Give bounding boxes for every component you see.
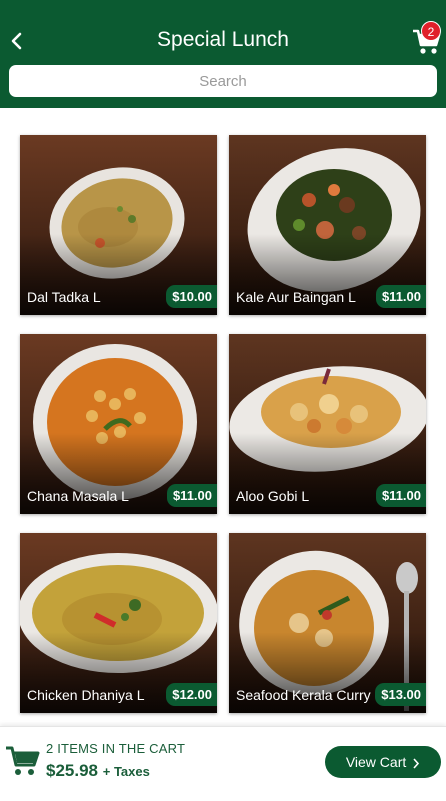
menu-item-name: Chana Masala L	[27, 488, 129, 504]
menu-item-card[interactable]: Seafood Kerala Curry $13.00	[229, 533, 426, 713]
menu-item-card[interactable]: Aloo Gobi L $11.00	[229, 334, 426, 514]
cart-total-amount: $25.98	[46, 761, 98, 780]
shopping-cart-icon	[6, 746, 40, 775]
menu-item-name: Chicken Dhaniya L	[27, 687, 145, 703]
menu-item-card[interactable]: Chicken Dhaniya L $12.00	[20, 533, 217, 713]
menu-item-price: $13.00	[375, 683, 426, 706]
menu-item-name: Dal Tadka L	[27, 289, 101, 305]
menu-item-price: $11.00	[166, 484, 217, 507]
page-title: Special Lunch	[157, 28, 289, 51]
view-cart-button[interactable]: View Cart	[325, 746, 441, 778]
cart-total: $25.98 + Taxes	[46, 761, 150, 781]
view-cart-label: View Cart	[345, 754, 407, 770]
search-input[interactable]	[9, 65, 437, 97]
menu-item-card[interactable]: Chana Masala L $11.00	[20, 334, 217, 514]
cart-total-taxes: + Taxes	[102, 764, 150, 779]
app-header: Special Lunch 2	[0, 0, 446, 108]
cart-item-count: 2 ITEMS IN THE CART	[46, 741, 186, 756]
menu-item-price: $12.00	[166, 683, 217, 706]
menu-item-card[interactable]: Kale Aur Baingan L $11.00	[229, 135, 426, 315]
chevron-right-icon	[413, 758, 420, 769]
cart-summary-bar: 2 ITEMS IN THE CART $25.98 + Taxes View …	[0, 726, 446, 801]
menu-item-price: $11.00	[375, 484, 426, 507]
menu-item-name: Seafood Kerala Curry	[236, 687, 371, 703]
menu-item-price: $10.00	[166, 285, 217, 308]
menu-item-price: $11.00	[375, 285, 426, 308]
cart-count-badge: 2	[421, 21, 441, 41]
menu-item-name: Kale Aur Baingan L	[236, 289, 356, 305]
menu-item-name: Aloo Gobi L	[236, 488, 310, 504]
menu-item-card[interactable]: Dal Tadka L $10.00	[20, 135, 217, 315]
